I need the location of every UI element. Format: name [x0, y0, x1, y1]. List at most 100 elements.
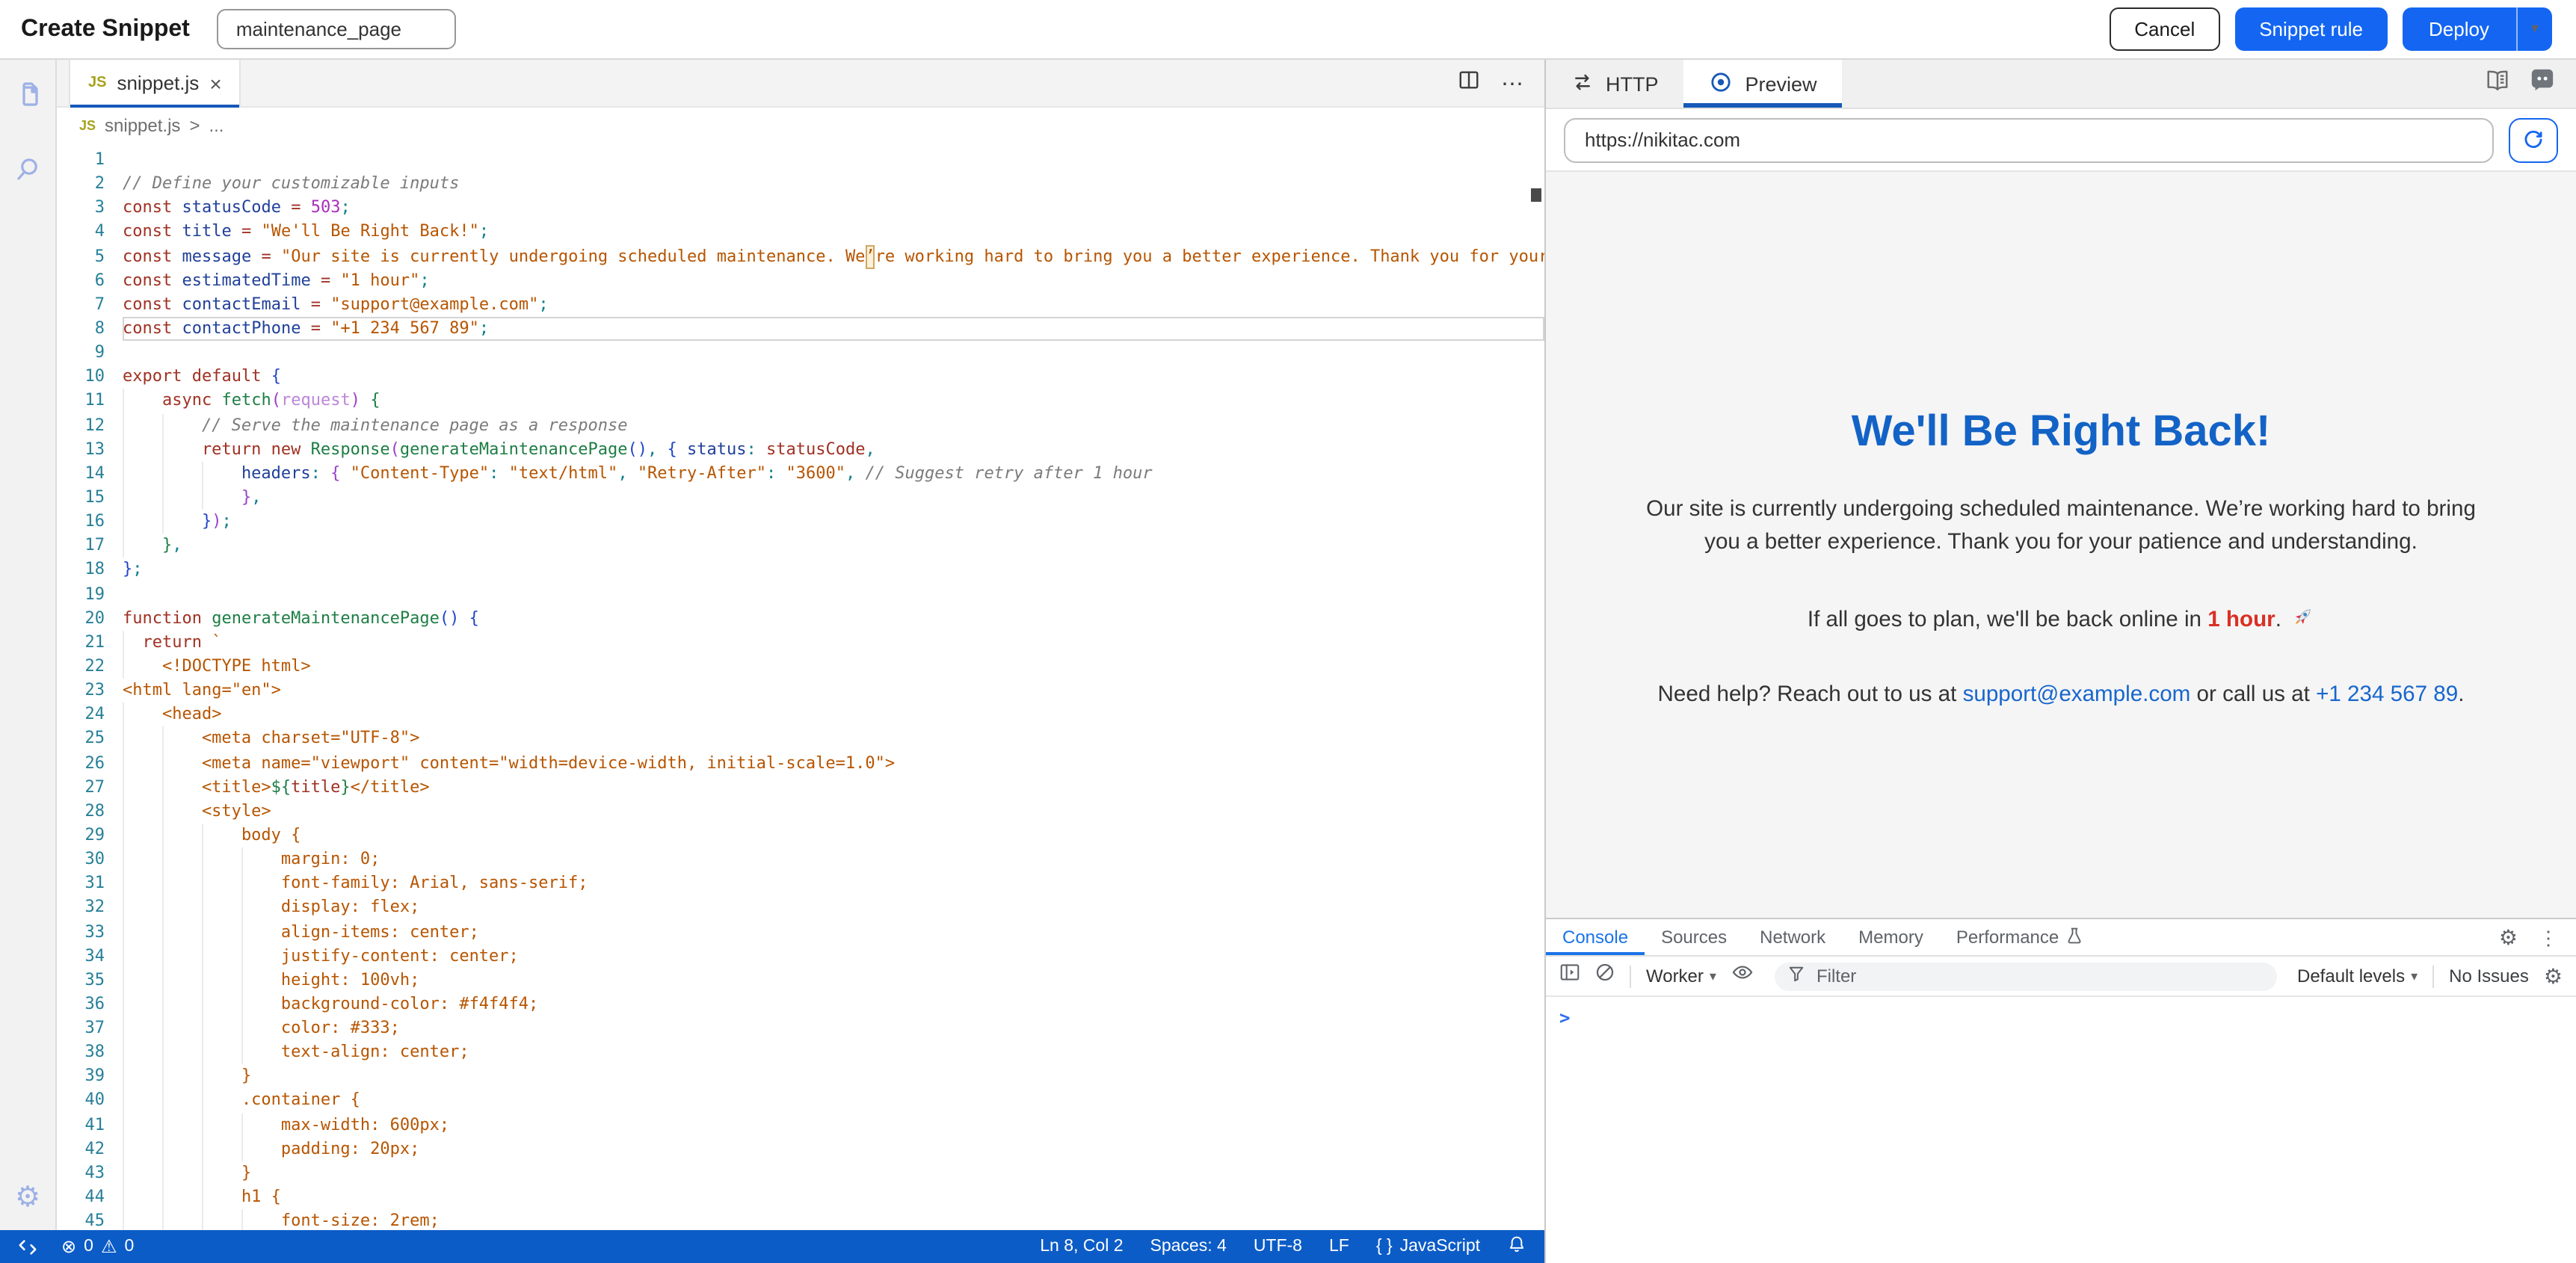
code-line[interactable]: 9	[57, 341, 1544, 365]
code-line[interactable]: 36background-color: #f4f4f4;	[57, 992, 1544, 1016]
code-line[interactable]: 26<meta name="viewport" content="width=d…	[57, 751, 1544, 775]
tab-snippet-js[interactable]: JS snippet.js ×	[69, 60, 241, 106]
code-line[interactable]: 8const contactPhone = "+1 234 567 89";	[57, 317, 1544, 341]
snippet-name-input[interactable]	[217, 9, 456, 49]
code-editor[interactable]: 12// Define your customizable inputs3con…	[57, 143, 1544, 1230]
filter-input[interactable]	[1814, 964, 2263, 988]
console-output[interactable]: >	[1546, 997, 2576, 1263]
memory-tab-label[interactable]: Memory	[1858, 927, 1923, 948]
code-line[interactable]: 4const title = "We'll Be Right Back!";	[57, 220, 1544, 244]
code-line[interactable]: 39}	[57, 1065, 1544, 1089]
code-line[interactable]: 42padding: 20px;	[57, 1137, 1544, 1161]
devtools-tab-memory[interactable]: Memory	[1842, 919, 1940, 955]
code-line[interactable]: 2// Define your customizable inputs	[57, 172, 1544, 196]
settings-gear-icon[interactable]: ⚙	[15, 1184, 40, 1212]
console-prompt-chevron[interactable]: >	[1559, 1007, 1570, 1028]
tab-http[interactable]: HTTP	[1546, 60, 1684, 108]
indent-setting[interactable]: Spaces: 4	[1150, 1238, 1227, 1256]
discord-icon[interactable]	[2530, 67, 2555, 100]
code-line[interactable]: 28<style>	[57, 800, 1544, 824]
code-line[interactable]: 3const statusCode = 503;	[57, 197, 1544, 220]
devtools-tab-sources[interactable]: Sources	[1645, 919, 1743, 955]
code-line[interactable]: 23<html lang="en">	[57, 679, 1544, 702]
console-filter[interactable]	[1775, 962, 2276, 990]
scrollbar-thumb[interactable]	[1531, 188, 1541, 202]
eol-setting[interactable]: LF	[1329, 1238, 1349, 1256]
context-selector[interactable]: Worker ▾	[1646, 966, 1716, 986]
live-expression-eye-icon[interactable]	[1731, 963, 1754, 989]
notifications-bell-icon[interactable]	[1507, 1235, 1526, 1259]
deploy-button[interactable]: Deploy ▾	[2402, 7, 2552, 51]
code-line[interactable]: 6const estimatedTime = "1 hour";	[57, 268, 1544, 292]
code-line[interactable]: 32display: flex;	[57, 896, 1544, 920]
code-line[interactable]: 31font-family: Arial, sans-serif;	[57, 871, 1544, 895]
http-tab-label[interactable]: HTTP	[1606, 72, 1659, 95]
snippet-rule-button[interactable]: Snippet rule	[2235, 7, 2387, 51]
docs-book-icon[interactable]	[2485, 68, 2510, 99]
code-line[interactable]: 11async fetch(request) {	[57, 389, 1544, 413]
remote-indicator-icon[interactable]	[18, 1237, 37, 1256]
more-actions-icon[interactable]: ⋯	[1501, 70, 1526, 96]
files-icon[interactable]	[11, 78, 44, 111]
network-tab-label[interactable]: Network	[1760, 927, 1825, 948]
code-line[interactable]: 19	[57, 582, 1544, 606]
devtools-settings-gear-icon[interactable]: ⚙	[2499, 927, 2518, 948]
code-line[interactable]: 44h1 {	[57, 1185, 1544, 1209]
code-line[interactable]: 20function generateMaintenancePage() {	[57, 606, 1544, 630]
code-line[interactable]: 18};	[57, 558, 1544, 582]
devtools-menu-kebab-icon[interactable]: ⋮	[2539, 927, 2558, 947]
issues-counter[interactable]: No Issues	[2449, 966, 2529, 986]
console-tab-label[interactable]: Console	[1562, 927, 1628, 948]
code-line[interactable]: 1	[57, 148, 1544, 172]
code-line[interactable]: 33align-items: center;	[57, 920, 1544, 944]
sources-tab-label[interactable]: Sources	[1661, 927, 1727, 948]
code-line[interactable]: 43}	[57, 1161, 1544, 1185]
breadcrumb-file[interactable]: snippet.js	[105, 115, 180, 136]
code-line[interactable]: 14headers: { "Content-Type": "text/html"…	[57, 462, 1544, 486]
code-line[interactable]: 41max-width: 600px;	[57, 1113, 1544, 1137]
code-line[interactable]: 16});	[57, 510, 1544, 534]
problems-status[interactable]: ⊗ 0 ⚠ 0	[61, 1238, 134, 1256]
code-line[interactable]: 29body {	[57, 824, 1544, 847]
context-label[interactable]: Worker	[1646, 966, 1704, 986]
log-levels-dropdown[interactable]: Default levels ▾	[2297, 966, 2418, 986]
close-tab-icon[interactable]: ×	[209, 72, 221, 93]
search-icon[interactable]	[11, 152, 44, 185]
url-input[interactable]	[1564, 117, 2494, 162]
devtools-tab-network[interactable]: Network	[1743, 919, 1842, 955]
code-line[interactable]: 15},	[57, 486, 1544, 510]
code-line[interactable]: 45font-size: 2rem;	[57, 1209, 1544, 1230]
code-line[interactable]: 12// Serve the maintenance page as a res…	[57, 413, 1544, 437]
devtools-tab-console[interactable]: Console	[1546, 919, 1645, 955]
code-line[interactable]: 7const contactEmail = "support@example.c…	[57, 293, 1544, 317]
code-line[interactable]: 37color: #333;	[57, 1016, 1544, 1040]
breadcrumb[interactable]: JS snippet.js > ...	[57, 108, 1544, 143]
code-line[interactable]: 22<!DOCTYPE html>	[57, 655, 1544, 679]
reload-button[interactable]	[2509, 117, 2558, 162]
deploy-caret-icon[interactable]: ▾	[2516, 7, 2552, 51]
split-editor-icon[interactable]	[1458, 68, 1480, 98]
language-mode[interactable]: { } JavaScript	[1376, 1238, 1480, 1256]
code-line[interactable]: 38text-align: center;	[57, 1040, 1544, 1064]
breadcrumb-more[interactable]: ...	[209, 115, 224, 136]
encoding-setting[interactable]: UTF-8	[1254, 1238, 1302, 1256]
cancel-button[interactable]: Cancel	[2109, 7, 2220, 51]
code-line[interactable]: 27<title>${title}</title>	[57, 775, 1544, 799]
console-sidebar-toggle-icon[interactable]	[1559, 963, 1580, 989]
devtools-tab-performance[interactable]: Performance	[1940, 919, 2099, 955]
clear-console-icon[interactable]	[1595, 963, 1615, 989]
cursor-position[interactable]: Ln 8, Col 2	[1040, 1238, 1123, 1256]
preview-tab-label[interactable]: Preview	[1745, 72, 1817, 95]
phone-link[interactable]: +1 234 567 89	[2316, 683, 2458, 707]
code-line[interactable]: 10export default {	[57, 365, 1544, 389]
code-line[interactable]: 40.container {	[57, 1089, 1544, 1113]
performance-tab-label[interactable]: Performance	[1956, 927, 2059, 948]
code-line[interactable]: 5const message = "Our site is currently …	[57, 244, 1544, 268]
code-line[interactable]: 17},	[57, 534, 1544, 558]
code-line[interactable]: 13return new Response(generateMaintenanc…	[57, 437, 1544, 461]
code-line[interactable]: 30margin: 0;	[57, 847, 1544, 871]
console-settings-gear-icon[interactable]: ⚙	[2544, 966, 2563, 986]
code-line[interactable]: 25<meta charset="UTF-8">	[57, 727, 1544, 751]
support-email-link[interactable]: support@example.com	[1963, 683, 2191, 707]
code-line[interactable]: 21return `	[57, 631, 1544, 655]
